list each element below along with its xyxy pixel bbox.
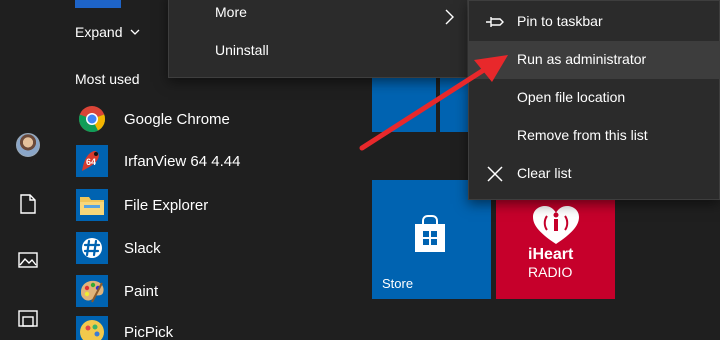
app-label: Slack [124, 239, 161, 257]
avatar [16, 133, 40, 157]
menu-item-more-label: More [215, 4, 247, 20]
menu-item-pin-to-taskbar[interactable]: Pin to taskbar [469, 3, 720, 41]
paint-palette-icon [76, 275, 108, 307]
app-item-slack[interactable]: Slack [76, 228, 161, 268]
store-bag-icon [415, 215, 445, 252]
iheartradio-tile[interactable]: iHeart RADIO [496, 196, 615, 299]
app-item-irfanview[interactable]: 64 IrfanView 64 4.44 [76, 141, 240, 181]
app-label: IrfanView 64 4.44 [124, 152, 241, 170]
user-account-button[interactable] [0, 125, 56, 165]
app-item-picpick[interactable]: PicPick [76, 312, 173, 340]
menu-item-more[interactable]: More [169, 1, 467, 33]
chevron-right-icon [445, 9, 454, 25]
pictures-button[interactable] [0, 240, 56, 280]
close-icon [487, 166, 503, 182]
menu-item-label: Run as administrator [517, 51, 647, 67]
start-left-rail [0, 0, 56, 340]
menu-item-clear-list[interactable]: Clear list [469, 155, 720, 193]
chevron-down-icon [131, 29, 140, 35]
menu-item-label: Open file location [517, 89, 626, 105]
app-item-paint[interactable]: Paint [76, 271, 158, 311]
app-item-file-explorer[interactable]: File Explorer [76, 185, 208, 225]
menu-item-remove-from-list[interactable]: Remove from this list [469, 117, 720, 155]
slack-icon [76, 232, 108, 264]
app-label: Paint [124, 282, 159, 300]
app-label: File Explorer [124, 196, 209, 214]
irfanview-icon: 64 [76, 145, 108, 177]
more-submenu: Pin to taskbar Run as administrator Open… [468, 0, 720, 200]
iheart-radio-text: RADIO [528, 264, 573, 280]
app-item-google-chrome[interactable]: Google Chrome [76, 99, 230, 139]
iheart-brand-text: iHeart [528, 246, 574, 263]
pin-icon [486, 17, 504, 27]
store-tile-label: Store [382, 276, 414, 291]
folder-icon [76, 189, 108, 221]
app-icon-partial [75, 0, 121, 8]
folder-outline-icon [18, 310, 38, 327]
picpick-icon [76, 316, 108, 340]
menu-item-open-file-location[interactable]: Open file location [469, 79, 720, 117]
irfanview-badge: 64 [86, 157, 96, 167]
app-context-menu: More Uninstall [168, 0, 468, 78]
expand-label: Expand [75, 24, 123, 40]
menu-item-run-as-administrator[interactable]: Run as administrator [469, 41, 720, 79]
menu-item-label: Clear list [517, 165, 572, 181]
iheart-logo-icon [533, 206, 579, 244]
menu-item-uninstall[interactable]: Uninstall [169, 39, 467, 71]
app-label: Google Chrome [124, 110, 230, 128]
document-icon [20, 194, 36, 214]
menu-item-uninstall-label: Uninstall [215, 42, 269, 58]
expand-button[interactable]: Expand [75, 24, 140, 40]
app-label: PicPick [124, 323, 174, 340]
menu-item-label: Remove from this list [517, 127, 648, 143]
most-used-heading: Most used [75, 71, 140, 87]
picture-icon [18, 252, 38, 268]
menu-item-label: Pin to taskbar [517, 13, 603, 29]
documents-button[interactable] [0, 184, 56, 224]
chrome-icon [76, 103, 108, 135]
file-explorer-rail-button[interactable] [0, 298, 56, 338]
